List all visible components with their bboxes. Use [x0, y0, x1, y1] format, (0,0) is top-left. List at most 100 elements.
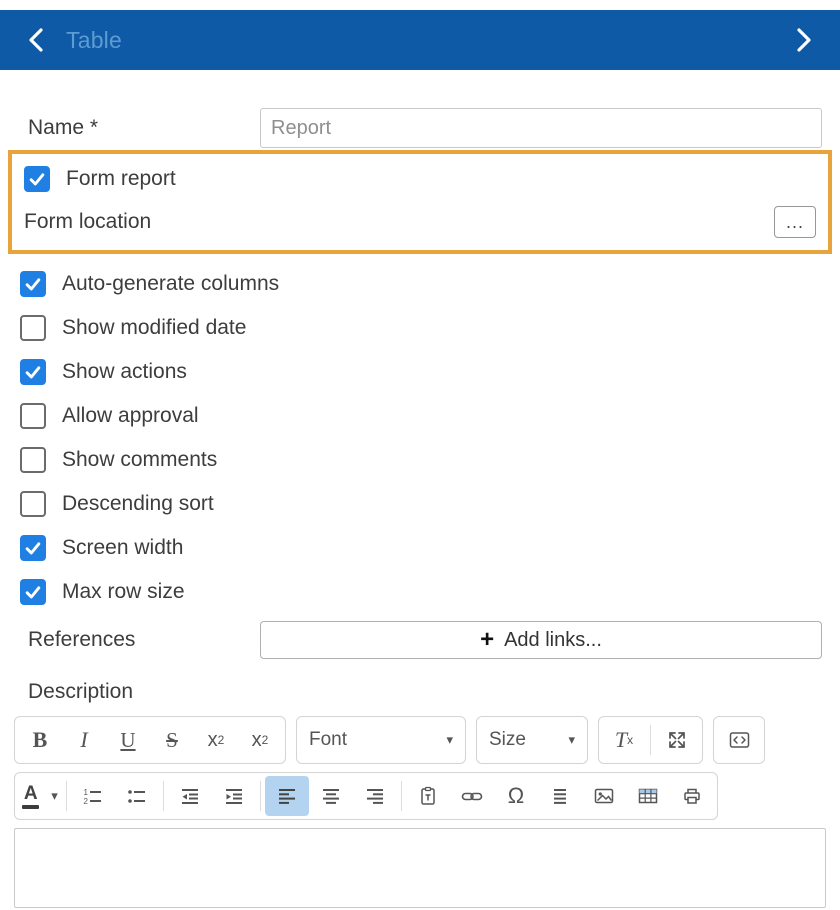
- color-swatch: [22, 805, 39, 809]
- name-field-row: Name *: [28, 108, 822, 148]
- options-checkbox-list: Auto-generate columns Show modified date…: [0, 262, 840, 614]
- text-color-glyph: A: [22, 784, 39, 809]
- checkbox-label: Screen width: [62, 536, 183, 560]
- rich-text-editor: B I U S x2 x2 Font ▾ Size ▾ Tx: [14, 716, 826, 908]
- decrease-indent-button[interactable]: [168, 776, 212, 816]
- font-dropdown-label: Font: [309, 729, 347, 751]
- separator: [401, 781, 402, 811]
- align-right-button[interactable]: [353, 776, 397, 816]
- checkbox-label: Show comments: [62, 448, 217, 472]
- toolbar-row-1: B I U S x2 x2 Font ▾ Size ▾ Tx: [14, 716, 826, 764]
- form-report-checkbox[interactable]: [24, 166, 50, 192]
- format-tools-group: Tx: [598, 716, 703, 764]
- source-group: [713, 716, 765, 764]
- add-links-button[interactable]: + Add links...: [260, 621, 822, 659]
- checkbox-row-show-comments[interactable]: Show comments: [0, 438, 840, 482]
- paste-button[interactable]: [406, 776, 450, 816]
- forward-button[interactable]: [794, 27, 814, 53]
- horizontal-rule-button[interactable]: [538, 776, 582, 816]
- panel-header: Table: [0, 10, 840, 70]
- form-report-label: Form report: [66, 167, 176, 191]
- checkbox-row-screen-width[interactable]: Screen width: [0, 526, 840, 570]
- font-dropdown[interactable]: Font ▾: [296, 716, 466, 764]
- checkbox-label: Auto-generate columns: [62, 272, 279, 296]
- italic-button[interactable]: I: [62, 720, 106, 760]
- source-code-button[interactable]: [717, 720, 761, 760]
- checkbox[interactable]: [20, 315, 46, 341]
- form-report-row[interactable]: Form report: [24, 158, 816, 200]
- separator: [163, 781, 164, 811]
- align-right-icon: [365, 787, 385, 805]
- source-code-icon: [729, 731, 750, 749]
- checkmark-icon: [23, 362, 43, 382]
- checkmark-icon: [23, 274, 43, 294]
- checkbox-row-auto-generate-columns[interactable]: Auto-generate columns: [0, 262, 840, 306]
- checkbox-row-descending-sort[interactable]: Descending sort: [0, 482, 840, 526]
- print-button[interactable]: [670, 776, 714, 816]
- description-editor-body[interactable]: [14, 828, 826, 908]
- checkbox-label: Allow approval: [62, 404, 199, 428]
- separator: [650, 725, 651, 755]
- maximize-icon: [667, 730, 687, 750]
- maximize-button[interactable]: [655, 720, 699, 760]
- bold-button[interactable]: B: [18, 720, 62, 760]
- checkbox[interactable]: [20, 535, 46, 561]
- name-label: Name *: [28, 116, 260, 140]
- align-left-icon: [277, 787, 297, 805]
- clipboard-icon: [418, 786, 438, 806]
- align-center-icon: [321, 787, 341, 805]
- form-location-browse-button[interactable]: ...: [774, 206, 816, 238]
- remove-format-button[interactable]: Tx: [602, 720, 646, 760]
- underline-button[interactable]: U: [106, 720, 150, 760]
- form-location-row: Form location ...: [24, 200, 816, 244]
- insert-table-button[interactable]: [626, 776, 670, 816]
- back-button[interactable]: [26, 27, 46, 53]
- checkbox-row-show-modified-date[interactable]: Show modified date: [0, 306, 840, 350]
- references-row: References + Add links...: [28, 620, 822, 660]
- checkbox[interactable]: [20, 403, 46, 429]
- chevron-down-icon: ▾: [568, 732, 575, 748]
- checkbox-row-max-row-size[interactable]: Max row size: [0, 570, 840, 614]
- separator: [66, 781, 67, 811]
- numbered-list-button[interactable]: 1 2: [71, 776, 115, 816]
- increase-indent-icon: [224, 787, 244, 805]
- checkbox[interactable]: [20, 447, 46, 473]
- name-input[interactable]: [260, 108, 822, 148]
- checkmark-icon: [23, 582, 43, 602]
- checkbox[interactable]: [20, 271, 46, 297]
- references-label: References: [28, 628, 260, 652]
- bulleted-list-button[interactable]: [115, 776, 159, 816]
- checkbox-row-show-actions[interactable]: Show actions: [0, 350, 840, 394]
- checkbox[interactable]: [20, 491, 46, 517]
- align-center-button[interactable]: [309, 776, 353, 816]
- superscript-button[interactable]: x2: [238, 720, 282, 760]
- text-color-button[interactable]: A ▾: [18, 776, 62, 816]
- checkbox[interactable]: [20, 579, 46, 605]
- numbered-list-icon: 1 2: [83, 787, 103, 805]
- checkbox-label: Max row size: [62, 580, 185, 604]
- strikethrough-button[interactable]: S: [150, 720, 194, 760]
- svg-text:1: 1: [84, 788, 89, 797]
- size-dropdown-label: Size: [489, 729, 526, 751]
- link-button[interactable]: [450, 776, 494, 816]
- svg-text:2: 2: [84, 797, 89, 805]
- paragraph-tools-group: A ▾ 1 2: [14, 772, 718, 820]
- chevron-down-icon: ▾: [51, 788, 58, 804]
- checkbox[interactable]: [20, 359, 46, 385]
- checkbox-label: Show actions: [62, 360, 187, 384]
- description-label: Description: [28, 680, 840, 704]
- toolbar-row-2: A ▾ 1 2: [14, 772, 826, 820]
- chevron-right-icon: [794, 27, 814, 53]
- checkbox-label: Show modified date: [62, 316, 246, 340]
- insert-image-button[interactable]: [582, 776, 626, 816]
- special-character-button[interactable]: Ω: [494, 776, 538, 816]
- chevron-down-icon: ▾: [446, 732, 453, 748]
- checkbox-row-allow-approval[interactable]: Allow approval: [0, 394, 840, 438]
- add-links-label: Add links...: [504, 629, 602, 652]
- increase-indent-button[interactable]: [212, 776, 256, 816]
- align-left-button[interactable]: [265, 776, 309, 816]
- subscript-button[interactable]: x2: [194, 720, 238, 760]
- plus-icon: +: [480, 628, 494, 652]
- size-dropdown[interactable]: Size ▾: [476, 716, 588, 764]
- panel-title: Table: [66, 27, 122, 54]
